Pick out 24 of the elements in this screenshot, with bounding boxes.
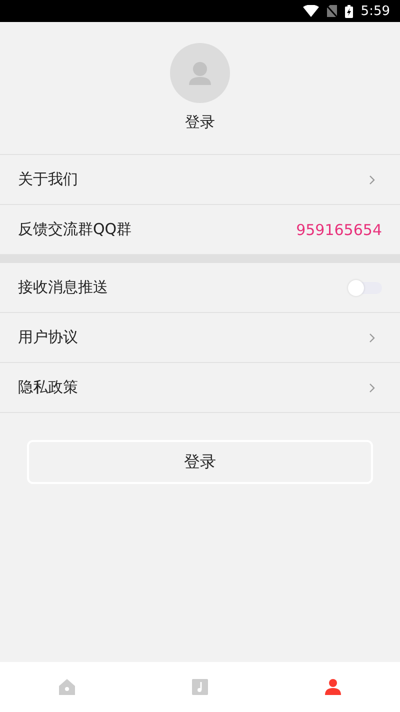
menu-label: 关于我们: [18, 170, 79, 189]
home-icon[interactable]: [58, 678, 76, 696]
menu-label: 隐私政策: [18, 378, 79, 397]
clock: 5:59: [360, 4, 390, 18]
menu-label: 接收消息推送: [18, 278, 109, 297]
login-button[interactable]: 登录: [27, 440, 373, 484]
chevron-right-icon: [368, 382, 376, 392]
avatar-icon[interactable]: [170, 43, 230, 103]
chevron-right-icon: [368, 174, 376, 184]
menu-label: 用户协议: [18, 328, 79, 347]
menu-item[interactable]: 用户协议: [0, 313, 400, 363]
chevron-right-icon: [368, 332, 376, 342]
battery-icon: [344, 4, 353, 18]
music-icon[interactable]: [190, 678, 209, 696]
wifi-icon: [302, 5, 319, 17]
menu-item[interactable]: 关于我们: [0, 155, 400, 205]
no-sim-icon: [326, 5, 337, 17]
user-icon[interactable]: [324, 678, 342, 696]
login-label[interactable]: 登录: [185, 113, 215, 132]
qq-group-number: 959165654: [296, 220, 382, 238]
menu-label: 反馈交流群QQ群: [18, 220, 133, 239]
toggle-switch[interactable]: [348, 278, 382, 296]
menu-item[interactable]: 隐私政策: [0, 363, 400, 413]
menu-item[interactable]: 接收消息推送: [0, 263, 400, 313]
